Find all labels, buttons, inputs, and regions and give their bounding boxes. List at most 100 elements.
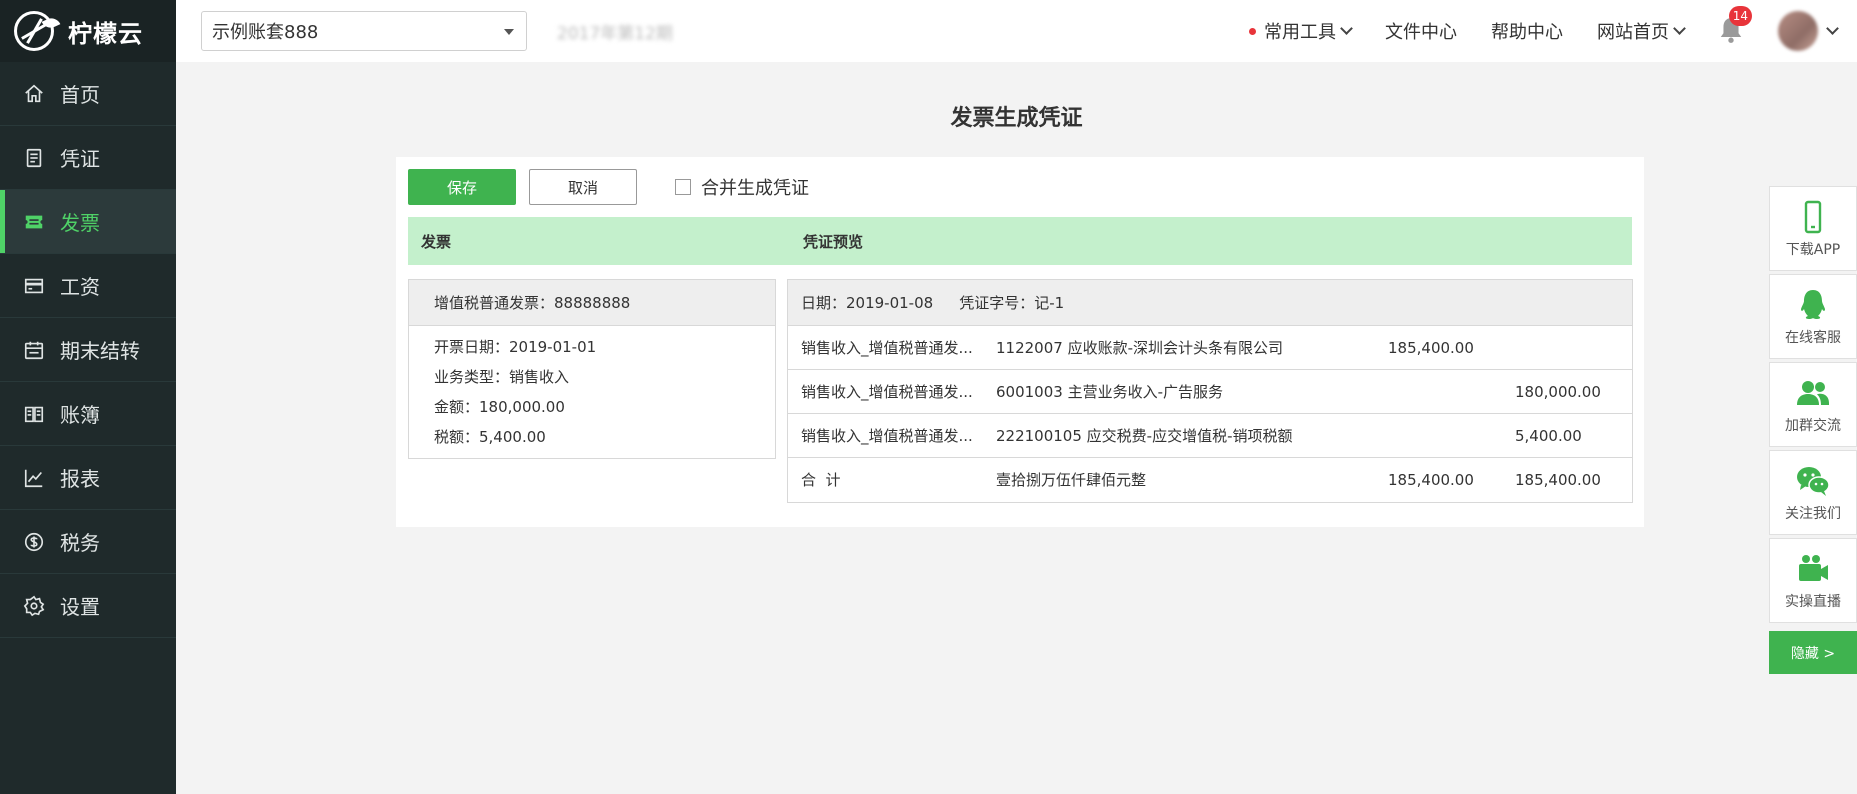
sidebar-item-invoice[interactable]: 发票 bbox=[0, 190, 176, 254]
float-item-label: 实操直播 bbox=[1785, 593, 1841, 610]
sidebar-item-salary[interactable]: 工资 bbox=[0, 254, 176, 318]
voucher-row: 销售收入_增值税普通发... 222100105 应交税费-应交增值税-销项税额… bbox=[788, 414, 1632, 458]
invoice-column-header: 发票 bbox=[421, 232, 452, 251]
chevron-down-icon[interactable] bbox=[1826, 21, 1839, 35]
voucher-date: 日期：2019-01-08 bbox=[801, 294, 934, 312]
common-tools-menu[interactable]: 常用工具 bbox=[1249, 18, 1353, 44]
calendar-icon bbox=[22, 338, 46, 362]
float-item-label: 加群交流 bbox=[1785, 417, 1841, 434]
total-in-words: 壹拾捌万伍仟肆佰元整 bbox=[996, 471, 1147, 489]
dollar-icon bbox=[22, 530, 46, 554]
invoice-business-type: 业务类型：销售收入 bbox=[434, 367, 570, 386]
voucher-summary: 销售收入_增值税普通发... bbox=[801, 427, 973, 445]
account-set-select[interactable]: 示例账套888 bbox=[201, 11, 527, 51]
home-icon bbox=[22, 82, 46, 106]
sidebar-item-tax[interactable]: 税务 bbox=[0, 510, 176, 574]
help-center-label: 帮助中心 bbox=[1491, 22, 1563, 43]
sidebar: 柠檬云 首页 凭证 发票 工资 期末结转 账簿 报表 税务 设置 bbox=[0, 0, 176, 794]
voucher-row: 销售收入_增值税普通发... 1122007 应收账款-深圳会计头条有限公司 1… bbox=[788, 326, 1632, 370]
floating-service-panel: 下载APP 在线客服 加群交流 关注我们 实操直播 隐藏 > bbox=[1769, 186, 1857, 674]
live-stream-button[interactable]: 实操直播 bbox=[1769, 538, 1857, 623]
hide-panel-button[interactable]: 隐藏 > bbox=[1769, 631, 1857, 674]
join-group-button[interactable]: 加群交流 bbox=[1769, 362, 1857, 447]
merge-voucher-label: 合并生成凭证 bbox=[701, 178, 809, 199]
toolbar: 保存 取消 合并生成凭证 bbox=[408, 169, 809, 205]
chart-icon bbox=[22, 466, 46, 490]
voucher-icon bbox=[22, 146, 46, 170]
total-label: 合 计 bbox=[801, 471, 841, 489]
invoice-tax: 税额：5,400.00 bbox=[434, 427, 546, 446]
chevron-down-icon bbox=[1340, 21, 1353, 35]
website-home-menu[interactable]: 网站首页 bbox=[1597, 18, 1686, 44]
notifications-button[interactable]: 14 bbox=[1718, 6, 1752, 46]
sidebar-item-label: 设置 bbox=[60, 595, 100, 619]
invoice-card: 增值税普通发票：88888888 开票日期：2019-01-01 业务类型：销售… bbox=[408, 279, 776, 459]
book-icon bbox=[22, 402, 46, 426]
caret-down-icon bbox=[504, 29, 514, 35]
help-center-link[interactable]: 帮助中心 bbox=[1491, 18, 1563, 44]
float-item-label: 下载APP bbox=[1785, 241, 1841, 258]
gear-icon bbox=[22, 594, 46, 618]
lemon-logo-icon bbox=[14, 11, 61, 51]
voucher-header: 日期：2019-01-08 凭证字号：记-1 bbox=[788, 280, 1632, 326]
sidebar-item-reports[interactable]: 报表 bbox=[0, 446, 176, 510]
online-service-button[interactable]: 在线客服 bbox=[1769, 274, 1857, 359]
file-center-link[interactable]: 文件中心 bbox=[1385, 18, 1457, 44]
sidebar-item-settings[interactable]: 设置 bbox=[0, 574, 176, 638]
website-home-label: 网站首页 bbox=[1597, 22, 1669, 43]
sidebar-item-label: 期末结转 bbox=[60, 339, 140, 363]
voucher-summary: 销售收入_增值税普通发... bbox=[801, 383, 973, 401]
sidebar-item-voucher[interactable]: 凭证 bbox=[0, 126, 176, 190]
merge-voucher-checkbox[interactable]: 合并生成凭证 bbox=[675, 174, 809, 200]
sidebar-item-label: 税务 bbox=[60, 531, 100, 555]
voucher-account: 6001003 主营业务收入-广告服务 bbox=[996, 383, 1223, 401]
file-center-label: 文件中心 bbox=[1385, 22, 1457, 43]
common-tools-label: 常用工具 bbox=[1264, 22, 1336, 43]
voucher-credit: 180,000.00 bbox=[1515, 383, 1601, 401]
sidebar-item-label: 发票 bbox=[60, 211, 100, 235]
save-button[interactable]: 保存 bbox=[408, 169, 516, 205]
column-header-bar: 发票 凭证预览 bbox=[408, 217, 1632, 265]
video-icon bbox=[1799, 554, 1828, 581]
voucher-credit: 5,400.00 bbox=[1515, 427, 1582, 445]
total-credit: 185,400.00 bbox=[1515, 471, 1601, 489]
sidebar-item-period-close[interactable]: 期末结转 bbox=[0, 318, 176, 382]
page-title: 发票生成凭证 bbox=[950, 106, 1083, 131]
voucher-row: 销售收入_增值税普通发... 6001003 主营业务收入-广告服务 180,0… bbox=[788, 370, 1632, 414]
accounting-period[interactable]: 2017年第12期 bbox=[557, 19, 673, 44]
preview-column-header: 凭证预览 bbox=[803, 232, 864, 251]
invoice-icon bbox=[22, 210, 46, 234]
voucher-preview: 日期：2019-01-08 凭证字号：记-1 销售收入_增值税普通发... 11… bbox=[787, 279, 1633, 503]
salary-card-icon bbox=[22, 274, 46, 298]
group-icon bbox=[1797, 380, 1829, 405]
float-item-label: 关注我们 bbox=[1785, 505, 1841, 522]
invoice-date: 开票日期：2019-01-01 bbox=[434, 337, 597, 356]
voucher-account: 1122007 应收账款-深圳会计头条有限公司 bbox=[996, 339, 1283, 357]
sidebar-item-label: 报表 bbox=[60, 467, 100, 491]
phone-icon bbox=[1804, 200, 1822, 233]
invoice-number: 增值税普通发票：88888888 bbox=[409, 280, 775, 326]
sidebar-item-label: 首页 bbox=[60, 83, 100, 107]
red-dot-icon bbox=[1249, 27, 1256, 35]
voucher-summary: 销售收入_增值税普通发... bbox=[801, 339, 973, 357]
brand-logo[interactable]: 柠檬云 bbox=[0, 0, 176, 62]
cancel-button[interactable]: 取消 bbox=[529, 169, 637, 205]
checkbox-box[interactable] bbox=[675, 179, 691, 195]
avatar[interactable] bbox=[1778, 11, 1818, 51]
wechat-icon bbox=[1797, 466, 1830, 496]
follow-us-button[interactable]: 关注我们 bbox=[1769, 450, 1857, 535]
sidebar-item-label: 工资 bbox=[60, 275, 100, 299]
sidebar-item-home[interactable]: 首页 bbox=[0, 62, 176, 126]
main-panel: 保存 取消 合并生成凭证 发票 凭证预览 增值税普通发票：88888888 开票… bbox=[396, 157, 1644, 527]
voucher-account: 222100105 应交税费-应交增值税-销项税额 bbox=[996, 427, 1293, 445]
float-item-label: 在线客服 bbox=[1785, 329, 1841, 346]
total-debit: 185,400.00 bbox=[1388, 471, 1474, 489]
sidebar-item-ledger[interactable]: 账簿 bbox=[0, 382, 176, 446]
account-set-value: 示例账套888 bbox=[212, 22, 319, 43]
voucher-number: 凭证字号：记-1 bbox=[959, 294, 1065, 312]
qq-icon bbox=[1801, 289, 1825, 319]
download-app-button[interactable]: 下载APP bbox=[1769, 186, 1857, 271]
voucher-total-row: 合 计 壹拾捌万伍仟肆佰元整 185,400.00 185,400.00 bbox=[788, 458, 1632, 502]
sidebar-item-label: 账簿 bbox=[60, 403, 100, 427]
top-bar: 示例账套888 2017年第12期 常用工具 文件中心 帮助中心 网站首页 14 bbox=[176, 0, 1857, 62]
